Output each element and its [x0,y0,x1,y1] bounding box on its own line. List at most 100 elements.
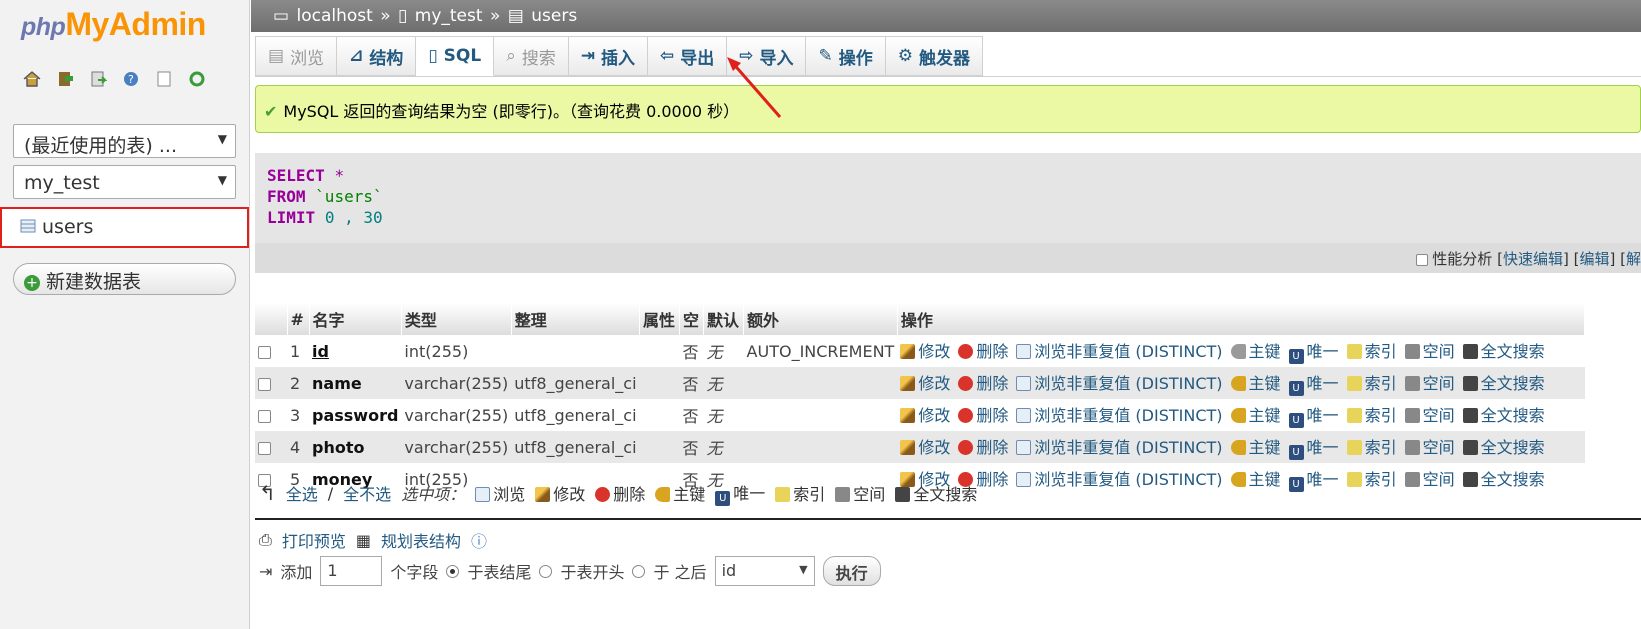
phpmyadmin-logo[interactable]: phpMyAdmin [21,6,206,43]
database-select[interactable]: my_test ▼ [13,165,236,199]
drop-column-link[interactable]: 删除 [958,438,1008,457]
tab-operations[interactable]: ✎ 操作 [806,36,886,76]
tab-insert[interactable]: ⇥ 插入 [568,36,648,76]
at-end-radio[interactable] [446,564,460,578]
column-attributes [639,335,680,367]
browse-distinct-link[interactable]: 浏览非重复值 (DISTINCT) [1016,438,1223,457]
spatial-link[interactable]: 空间 [1404,470,1455,489]
unique-icon: U [1288,349,1304,364]
tab-search[interactable]: ⌕ 搜索 [494,36,569,76]
key-icon [1230,344,1246,359]
reload-icon[interactable] [186,68,208,90]
at-beginning-radio[interactable] [539,564,553,578]
tab-export[interactable]: ⇦ 导出 [647,36,728,76]
bulk-edit-button[interactable]: 修改 [535,481,585,505]
drop-column-link[interactable]: 删除 [958,342,1008,361]
unique-link[interactable]: U 唯一 [1288,438,1339,460]
primary-key-link[interactable]: 主键 [1230,438,1281,457]
spatial-link[interactable]: 空间 [1404,406,1455,425]
unique-link[interactable]: U 唯一 [1288,374,1339,396]
unique-link[interactable]: U 唯一 [1288,470,1339,492]
spatial-link[interactable]: 空间 [1404,438,1455,457]
index-link[interactable]: 索引 [1346,342,1397,361]
print-preview-link[interactable]: 打印预览 [282,528,346,552]
recent-tables-select[interactable]: (最近使用的表) ... ▼ [13,124,236,158]
fulltext-link[interactable]: 全文搜索 [1462,342,1545,361]
edit-column-link[interactable]: 修改 [900,342,950,361]
bulk-fulltext-button[interactable]: 全文搜索 [895,481,977,505]
breadcrumb-table[interactable]: users [531,6,577,26]
edit-column-link[interactable]: 修改 [900,374,950,393]
bulk-drop-button[interactable]: 删除 [595,481,645,505]
edit-column-link[interactable]: 修改 [900,438,950,457]
browse-distinct-link[interactable]: 浏览非重复值 (DISTINCT) [1016,374,1223,393]
after-field-select[interactable]: id ▼ [714,556,815,586]
bulk-unique-button[interactable]: U 唯一 [715,480,765,506]
relation-view-link[interactable]: 规划表结构 [381,528,461,552]
spatial-icon [835,487,851,502]
unique-link[interactable]: U 唯一 [1288,342,1339,364]
browse-distinct-link[interactable]: 浏览非重复值 (DISTINCT) [1016,406,1223,425]
spatial-link[interactable]: 空间 [1404,374,1455,393]
drop-column-link[interactable]: 删除 [958,406,1008,425]
primary-key-link[interactable]: 主键 [1230,374,1281,393]
row-checkbox[interactable] [258,345,271,359]
breadcrumb-server[interactable]: localhost [296,6,372,26]
column-type: varchar(255) [401,399,512,431]
fulltext-link[interactable]: 全文搜索 [1462,470,1545,489]
primary-key-link[interactable]: 主键 [1230,470,1281,489]
bulk-index-button[interactable]: 索引 [775,481,825,505]
index-link[interactable]: 索引 [1346,406,1397,425]
breadcrumb-database[interactable]: my_test [415,6,483,26]
explain-link[interactable]: 解 [1626,250,1641,268]
bulk-primary-button[interactable]: 主键 [655,481,705,505]
help-icon[interactable]: ? [120,68,142,90]
index-link[interactable]: 索引 [1346,374,1397,393]
column-type: varchar(255) [401,367,512,399]
column-count-input[interactable]: 1 [320,556,383,586]
go-button[interactable]: 执行 [822,556,881,586]
index-link[interactable]: 索引 [1346,438,1397,457]
fulltext-link[interactable]: 全文搜索 [1462,374,1545,393]
bulk-browse-button[interactable]: 浏览 [475,481,525,505]
sql-query-options: 性能分析 [快速编辑] [编辑] [解 [255,243,1641,273]
row-checkbox[interactable] [258,377,271,391]
tab-structure[interactable]: ⊿ 结构 [337,36,417,76]
new-table-button[interactable]: + 新建数据表 [13,263,236,295]
browse-distinct-link[interactable]: 浏览非重复值 (DISTINCT) [1016,342,1223,361]
check-all-link[interactable]: 全选 [286,481,318,505]
primary-key-link[interactable]: 主键 [1230,406,1281,425]
index-link[interactable]: 索引 [1346,470,1397,489]
spatial-link[interactable]: 空间 [1404,342,1455,361]
sql-query-icon[interactable] [87,68,109,90]
main-panel: ▭ localhost » ▯ my_test » ▤ users ▤ 浏览 ⊿ 结… [251,0,1641,629]
inline-edit-link[interactable]: 快速编辑 [1503,250,1563,268]
bulk-spatial-button[interactable]: 空间 [835,481,885,505]
drop-column-link[interactable]: 删除 [958,374,1008,393]
tab-triggers[interactable]: ⚙ 触发器 [885,36,983,76]
sidebar-item-users[interactable]: users [0,207,249,248]
exit-icon[interactable] [54,68,76,90]
tab-browse[interactable]: ▤ 浏览 [255,36,338,76]
row-checkbox[interactable] [258,441,271,455]
home-icon[interactable] [21,68,43,90]
primary-key-link[interactable]: 主键 [1230,342,1281,361]
uncheck-all-link[interactable]: 全不选 [343,481,391,505]
unique-link[interactable]: U 唯一 [1288,406,1339,428]
spatial-icon [1404,408,1420,423]
tab-sql[interactable]: ▯ SQL [416,36,495,76]
row-checkbox[interactable] [258,409,271,423]
browse-icon: ▤ [268,46,285,66]
browse-distinct-link[interactable]: 浏览非重复值 (DISTINCT) [1016,470,1223,489]
fulltext-link[interactable]: 全文搜索 [1462,406,1545,425]
profiling-checkbox[interactable] [1416,253,1429,266]
docs-icon[interactable] [153,68,175,90]
tab-import[interactable]: ⇨ 导入 [727,36,807,76]
fulltext-icon [895,487,911,502]
edit-link[interactable]: 编辑 [1579,250,1609,268]
unique-icon: U [1288,413,1304,428]
help-icon[interactable]: ⓘ [471,528,487,552]
fulltext-link[interactable]: 全文搜索 [1462,438,1545,457]
edit-column-link[interactable]: 修改 [900,406,950,425]
after-radio[interactable] [632,564,646,578]
